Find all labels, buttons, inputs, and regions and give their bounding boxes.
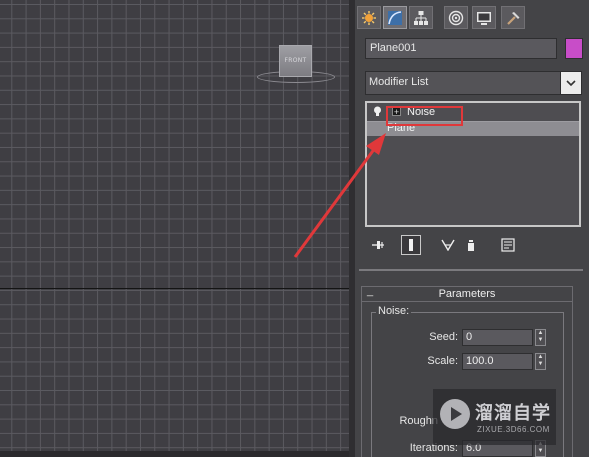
panel-separator bbox=[359, 269, 583, 271]
object-color-swatch[interactable] bbox=[565, 38, 583, 59]
tab-hierarchy[interactable] bbox=[409, 6, 433, 29]
seed-spinner-arrows[interactable]: ▲ ▼ bbox=[535, 329, 546, 346]
tab-display[interactable] bbox=[472, 6, 496, 29]
stack-item-noise[interactable]: + Noise bbox=[367, 105, 579, 120]
tab-utilities[interactable] bbox=[501, 6, 525, 29]
viewport-front[interactable]: FRONT bbox=[0, 0, 349, 457]
tab-motion[interactable] bbox=[444, 6, 468, 29]
hierarchy-icon bbox=[414, 10, 428, 25]
roughness-label: Roughn bbox=[399, 415, 438, 427]
noise-group-label: Noise: bbox=[376, 305, 412, 317]
scale-spinner-arrows[interactable]: ▲ ▼ bbox=[535, 353, 546, 370]
modify-curve-icon bbox=[388, 10, 402, 25]
expand-plus-icon[interactable]: + bbox=[392, 107, 401, 117]
chevron-down-icon[interactable] bbox=[560, 72, 581, 94]
modifier-list-label: Modifier List bbox=[369, 76, 429, 88]
stack-item-label: Noise bbox=[407, 106, 436, 118]
create-sun-icon bbox=[362, 10, 376, 25]
watermark: 溜溜自学 ZIXUE.3D66.COM bbox=[433, 389, 556, 445]
scale-label: Scale: bbox=[427, 355, 458, 367]
remove-modifier-icon[interactable] bbox=[461, 235, 481, 255]
show-end-result-icon[interactable] bbox=[401, 235, 421, 255]
viewport-bottom-strip bbox=[0, 451, 349, 457]
tab-modify[interactable] bbox=[383, 6, 407, 29]
modifier-stack[interactable]: + Noise Plane bbox=[365, 101, 581, 227]
viewcube-label: FRONT bbox=[284, 57, 307, 64]
pin-stack-icon[interactable] bbox=[368, 235, 388, 255]
display-monitor-icon bbox=[477, 11, 491, 25]
stack-toolbar bbox=[365, 235, 525, 255]
object-name-field[interactable]: Plane001 bbox=[365, 38, 557, 59]
viewport-horizon-line bbox=[0, 288, 349, 289]
watermark-title: 溜溜自学 bbox=[475, 403, 551, 424]
lightbulb-icon[interactable] bbox=[373, 106, 382, 120]
make-unique-icon[interactable] bbox=[438, 235, 458, 255]
watermark-subtitle: ZIXUE.3D66.COM bbox=[477, 425, 550, 434]
stack-item-plane[interactable]: Plane bbox=[367, 121, 579, 136]
viewcube[interactable]: FRONT bbox=[279, 45, 312, 77]
seed-input[interactable]: 0 bbox=[462, 329, 533, 346]
utilities-hammer-icon bbox=[507, 11, 520, 25]
stack-item-label: Plane bbox=[387, 122, 416, 134]
tab-create[interactable] bbox=[357, 6, 381, 29]
rollout-title: Parameters bbox=[438, 288, 496, 300]
configure-modifier-sets-icon[interactable] bbox=[498, 235, 518, 255]
rollout-header[interactable]: _ Parameters bbox=[362, 285, 572, 302]
motion-icon bbox=[448, 10, 464, 25]
seed-label: Seed: bbox=[429, 331, 458, 343]
scale-input[interactable]: 100.0 bbox=[462, 353, 533, 370]
modifier-list-dropdown[interactable]: Modifier List bbox=[365, 71, 582, 95]
watermark-play-logo-icon bbox=[440, 399, 470, 429]
